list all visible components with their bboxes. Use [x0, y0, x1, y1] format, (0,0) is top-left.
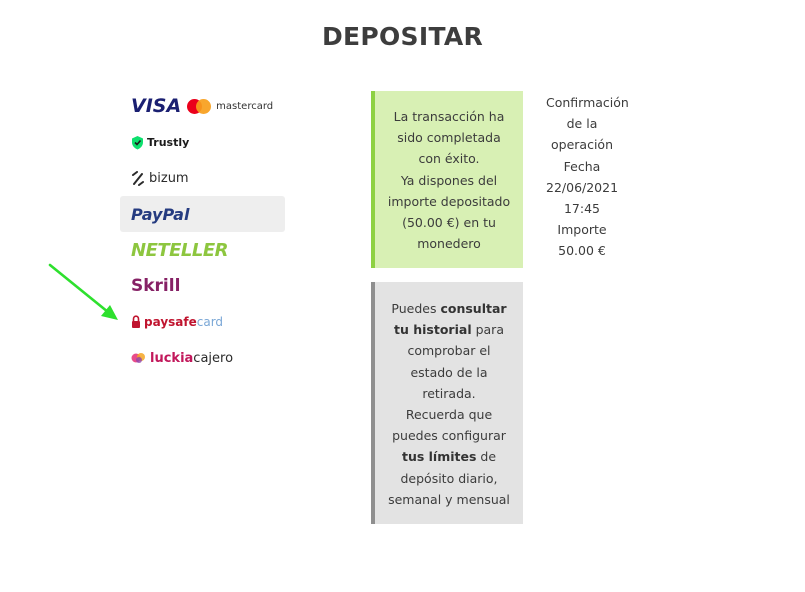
neteller-logo: NETELLER [131, 239, 229, 261]
info-line: retirada. [422, 385, 476, 401]
page-title: DEPOSITAR [321, 22, 484, 51]
confirmation-details: Confirmación de la operación Fecha 22/06… [546, 92, 629, 262]
bizum-logo-text: bizum [149, 170, 189, 186]
success-line: importe depositado [387, 193, 511, 209]
amount-label: Importe [557, 222, 607, 238]
info-line: semanal y mensual [388, 491, 510, 507]
skrill-logo: Skrill [131, 276, 181, 296]
confirmation-heading: Confirmación [546, 95, 629, 110]
amount-value: 50.00 € [558, 243, 606, 259]
padlock-icon [132, 315, 140, 328]
info-line: tu historial para [394, 322, 504, 338]
info-line: comprobar el [407, 343, 491, 359]
consultar-emphasis: consultar [440, 301, 507, 316]
payment-method-paysafecard[interactable]: paysafecard [120, 304, 285, 340]
payment-method-skrill[interactable]: Skrill [120, 268, 285, 304]
bizum-mark-icon [132, 170, 144, 186]
success-line: Ya dispones del [400, 172, 498, 188]
payment-method-paypal[interactable]: PayPal [120, 196, 285, 232]
info-message-box: Puedes consultar tu historial para compr… [371, 282, 523, 524]
time-value: 17:45 [563, 201, 601, 217]
mastercard-logo-text: mastercard [216, 100, 274, 112]
confirmation-heading: operación [551, 137, 613, 153]
success-line: (50.00 €) en tu [402, 215, 496, 231]
confirmation-heading: de la [566, 116, 598, 132]
paypal-logo: PayPal [131, 204, 190, 224]
payment-method-trustly[interactable]: Trustly [120, 124, 285, 160]
success-line: sido completada [397, 130, 501, 146]
historial-link[interactable]: tu historial [394, 322, 472, 337]
payment-method-neteller[interactable]: NETELLER [120, 232, 285, 268]
trustly-shield-icon [132, 135, 143, 149]
payment-methods-list: VISA mastercard Trustly bizum PayPal NET… [120, 88, 285, 376]
visa-logo: VISA [131, 95, 182, 117]
limites-link[interactable]: tus límites [402, 449, 476, 464]
trustly-logo-text: Trustly [147, 135, 190, 149]
luckiacajero-logo-text: luckiacajero [150, 350, 234, 366]
green-arrow-icon [48, 263, 118, 320]
date-label: Fecha [563, 158, 601, 174]
payment-method-visa-mastercard[interactable]: VISA mastercard [120, 88, 285, 124]
luckia-swirl-icon [131, 353, 145, 363]
success-message-box: La transacción ha sido completada con éx… [371, 91, 523, 268]
info-line: depósito diario, [400, 470, 498, 486]
payment-method-luckiacajero[interactable]: luckiacajero [120, 340, 285, 376]
paysafecard-logo-text: paysafecard [144, 315, 224, 329]
info-line: Puedes consultar [391, 301, 507, 316]
success-line: con éxito. [418, 151, 480, 167]
mastercard-circles-icon [187, 98, 212, 114]
info-line: estado de la [410, 364, 488, 380]
info-line: puedes configurar [392, 428, 506, 444]
success-line: La transacción ha [393, 109, 505, 124]
payment-method-bizum[interactable]: bizum [120, 160, 285, 196]
info-line: Recuerda que [405, 407, 493, 423]
success-line: monedero [417, 236, 481, 252]
info-line: tus límites de [401, 449, 497, 465]
date-value: 22/06/2021 [546, 179, 619, 195]
